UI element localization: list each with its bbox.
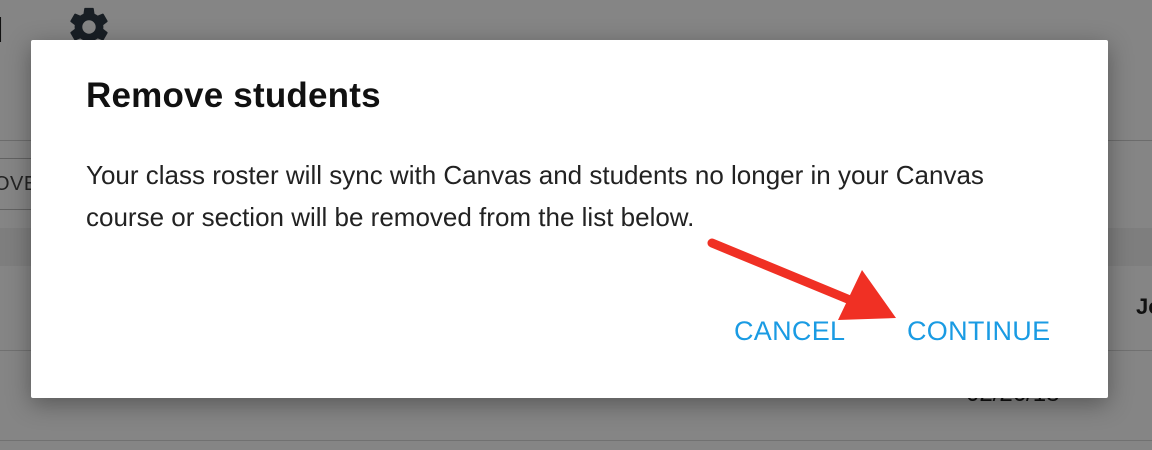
dialog-title: Remove students	[86, 76, 381, 115]
remove-students-dialog: Remove students Your class roster will s…	[31, 40, 1108, 398]
dialog-message: Your class roster will sync with Canvas …	[86, 160, 984, 232]
continue-button[interactable]: CONTINUE	[901, 312, 1056, 351]
cancel-button[interactable]: CANCEL	[728, 312, 851, 351]
